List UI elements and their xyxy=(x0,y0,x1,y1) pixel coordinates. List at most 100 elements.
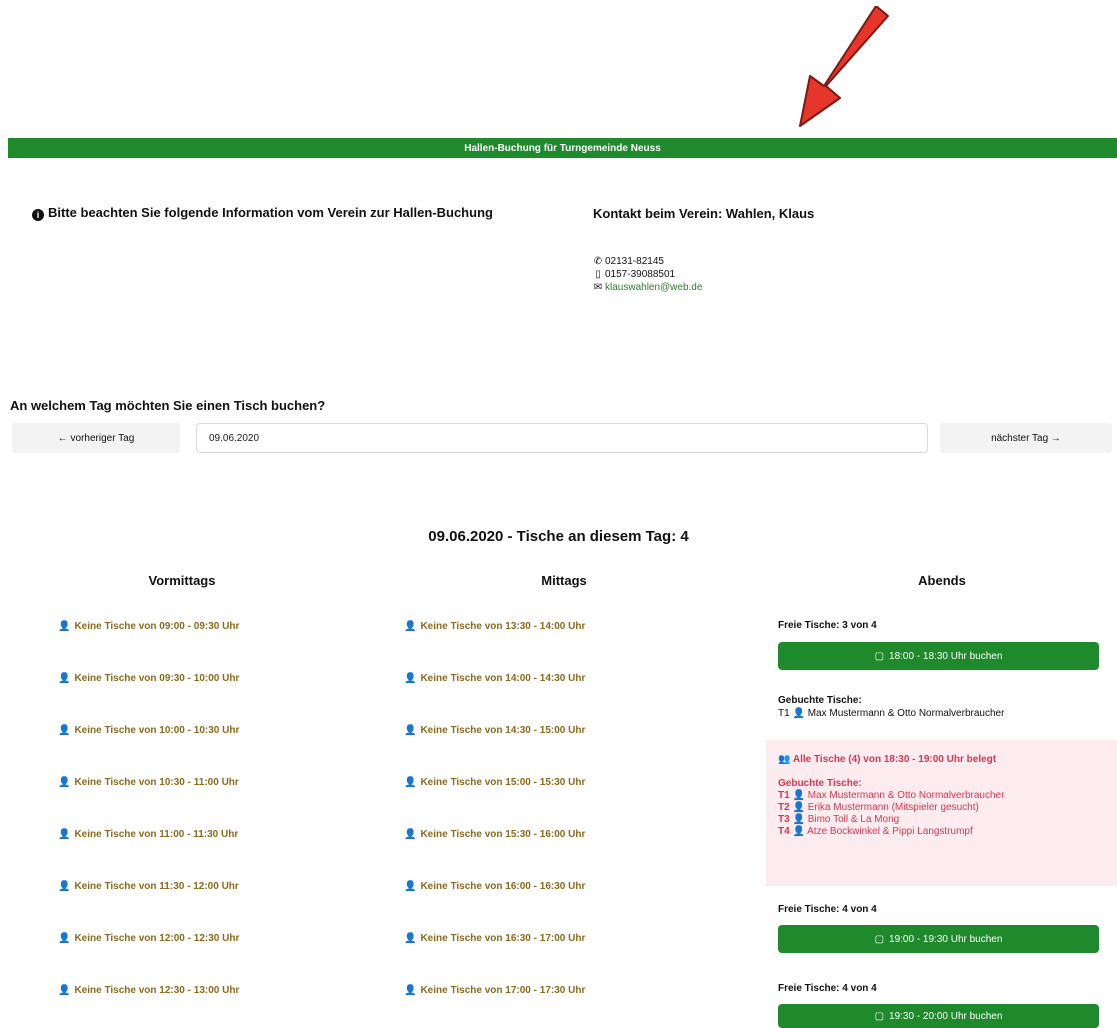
header-banner: Hallen-Buchung für Turngemeinde Neuss xyxy=(8,138,1117,158)
slot-morning: 👤 Keine Tische von 10:30 - 11:00 Uhr xyxy=(58,777,239,788)
envelope-icon: ✉ xyxy=(593,282,603,293)
slot-text: Keine Tische von 16:00 - 16:30 Uhr xyxy=(420,881,586,892)
fully-booked-text: Alle Tische (4) von 18:30 - 19:00 Uhr be… xyxy=(792,754,997,765)
user-clock-icon: 👤 xyxy=(58,829,71,840)
user-clock-icon: 👤 xyxy=(404,933,417,944)
column-heading-evening: Abends xyxy=(918,573,966,588)
booked-names: Atze Bockwinkel & Pippi Langstrumpf xyxy=(807,826,973,837)
free-tables-label: Freie Tische: 4 von 4 xyxy=(778,983,877,994)
user-check-icon: 👤 xyxy=(792,814,805,825)
slot-morning: 👤 Keine Tische von 12:00 - 12:30 Uhr xyxy=(58,933,239,944)
slot-midday: 👤 Keine Tische von 16:00 - 16:30 Uhr xyxy=(404,881,585,892)
user-check-icon: 👤 xyxy=(792,826,805,837)
user-clock-icon: 👤 xyxy=(404,829,417,840)
slot-text: Keine Tische von 13:30 - 14:00 Uhr xyxy=(420,621,586,632)
user-clock-icon: 👤 xyxy=(58,673,71,684)
contact-email-link[interactable]: klauswahlen@web.de xyxy=(605,281,702,294)
table-number: T1 xyxy=(778,790,790,801)
next-day-button[interactable]: nächster Tag → xyxy=(940,423,1112,453)
booked-table-row: T1 👤 Max Mustermann & Otto Normalverbrau… xyxy=(778,790,1117,802)
table-number: T4 xyxy=(778,826,790,837)
contact-details: ✆ 02131-82145 ▯ 0157-39088501 ✉ klauswahlen… xyxy=(593,255,703,294)
slot-midday: 👤 Keine Tische von 14:30 - 15:00 Uhr xyxy=(404,725,585,736)
table-number: T3 xyxy=(778,814,790,825)
slot-midday: 👤 Keine Tische von 13:30 - 14:00 Uhr xyxy=(404,621,585,632)
banner-title: Hallen-Buchung für Turngemeinde Neuss xyxy=(464,142,661,154)
day-heading: 09.06.2020 - Tische an diesem Tag: 4 xyxy=(428,528,689,545)
info-heading: i Bitte beachten Sie folgende Information… xyxy=(32,206,502,221)
calendar-icon: ▢ xyxy=(874,933,885,945)
slot-text: Keine Tische von 14:00 - 14:30 Uhr xyxy=(420,673,586,684)
book-slot-button[interactable]: ▢ 19:00 - 19:30 Uhr buchen xyxy=(778,925,1099,953)
calendar-icon: ▢ xyxy=(874,1010,885,1022)
slot-midday: 👤 Keine Tische von 15:00 - 15:30 Uhr xyxy=(404,777,585,788)
user-clock-icon: 👤 xyxy=(58,725,71,736)
booked-table-row: T3 👤 Bimo Toll & La Mong xyxy=(778,814,1117,826)
user-clock-icon: 👤 xyxy=(404,985,417,996)
slot-text: Keine Tische von 11:30 - 12:00 Uhr xyxy=(74,881,239,892)
contact-phone: 02131-82145 xyxy=(605,256,664,267)
book-slot-label: 19:30 - 20:00 Uhr buchen xyxy=(889,1010,1003,1022)
user-clock-icon: 👤 xyxy=(58,985,71,996)
column-heading-morning: Vormittags xyxy=(148,573,216,588)
slot-text: Keine Tische von 17:00 - 17:30 Uhr xyxy=(420,985,586,996)
user-clock-icon: 👤 xyxy=(404,777,417,788)
booked-tables-list: Gebuchte Tische: T1 👤 Max Mustermann & O… xyxy=(778,694,1004,720)
contact-heading: Kontakt beim Verein: Wahlen, Klaus xyxy=(593,206,815,221)
user-clock-icon: 👤 xyxy=(404,725,417,736)
slot-midday: 👤 Keine Tische von 16:30 - 17:00 Uhr xyxy=(404,933,585,944)
slot-morning: 👤 Keine Tische von 11:30 - 12:00 Uhr xyxy=(58,881,239,892)
user-check-icon: 👤 xyxy=(792,802,805,813)
slot-morning: 👤 Keine Tische von 12:30 - 13:00 Uhr xyxy=(58,985,239,996)
phone-icon: ✆ xyxy=(593,256,603,267)
user-clock-icon: 👤 xyxy=(58,621,71,632)
booked-table-row: T2 👤 Erika Mustermann (Mitspieler gesuch… xyxy=(778,802,1117,814)
fully-booked-message: 👥 Alle Tische (4) von 18:30 - 19:00 Uhr … xyxy=(778,754,1117,766)
contact-mobile: 0157-39088501 xyxy=(605,269,676,280)
slot-text: Keine Tische von 15:30 - 16:00 Uhr xyxy=(420,829,586,840)
red-arrow-annotation xyxy=(799,6,889,127)
booked-names: Max Mustermann & Otto Normalverbraucher xyxy=(807,708,1005,719)
slot-morning: 👤 Keine Tische von 09:30 - 10:00 Uhr xyxy=(58,673,239,684)
booked-names: Bimo Toll & La Mong xyxy=(807,814,900,825)
slot-text: Keine Tische von 10:00 - 10:30 Uhr xyxy=(74,725,240,736)
user-clock-icon: 👤 xyxy=(58,933,71,944)
booked-table-row: T4 👤 Atze Bockwinkel & Pippi Langstrumpf xyxy=(778,826,1117,838)
free-tables-label: Freie Tische: 3 von 4 xyxy=(778,620,877,631)
users-icon: 👥 xyxy=(778,754,791,765)
slot-text: Keine Tische von 09:00 - 09:30 Uhr xyxy=(74,621,240,632)
user-check-icon: 👤 xyxy=(792,708,805,719)
booked-table-row: T1 👤 Max Mustermann & Otto Normalverbrau… xyxy=(778,707,1004,720)
user-check-icon: 👤 xyxy=(792,790,805,801)
user-clock-icon: 👤 xyxy=(404,881,417,892)
slot-morning: 👤 Keine Tische von 10:00 - 10:30 Uhr xyxy=(58,725,239,736)
slot-text: Keine Tische von 09:30 - 10:00 Uhr xyxy=(74,673,240,684)
user-clock-icon: 👤 xyxy=(404,621,417,632)
info-circle-icon: i xyxy=(32,209,44,221)
book-slot-button[interactable]: ▢ 19:30 - 20:00 Uhr buchen xyxy=(778,1004,1099,1028)
slot-text: Keine Tische von 12:30 - 13:00 Uhr xyxy=(74,985,240,996)
book-slot-button[interactable]: ▢ 18:00 - 18:30 Uhr buchen xyxy=(778,642,1099,670)
column-heading-midday: Mittags xyxy=(541,573,587,588)
slot-text: Keine Tische von 14:30 - 15:00 Uhr xyxy=(420,725,586,736)
book-slot-label: 19:00 - 19:30 Uhr buchen xyxy=(889,933,1003,945)
book-slot-label: 18:00 - 18:30 Uhr buchen xyxy=(889,650,1003,662)
table-number: T2 xyxy=(778,802,790,813)
free-tables-label: Freie Tische: 4 von 4 xyxy=(778,904,877,915)
info-heading-text: Bitte beachten Sie folgende Information … xyxy=(48,205,493,220)
booked-tables-heading: Gebuchte Tische: xyxy=(778,778,862,789)
user-clock-icon: 👤 xyxy=(58,881,71,892)
mobile-icon: ▯ xyxy=(595,269,601,280)
slot-midday: 👤 Keine Tische von 17:00 - 17:30 Uhr xyxy=(404,985,585,996)
slot-text: Keine Tische von 15:00 - 15:30 Uhr xyxy=(420,777,586,788)
slot-morning: 👤 Keine Tische von 11:00 - 11:30 Uhr xyxy=(58,829,238,840)
slot-midday: 👤 Keine Tische von 15:30 - 16:00 Uhr xyxy=(404,829,585,840)
user-clock-icon: 👤 xyxy=(58,777,71,788)
slot-text: Keine Tische von 10:30 - 11:00 Uhr xyxy=(74,777,239,788)
booked-names: Max Mustermann & Otto Normalverbraucher xyxy=(807,790,1005,801)
previous-day-button[interactable]: ← vorheriger Tag xyxy=(12,423,180,453)
slot-text: Keine Tische von 11:00 - 11:30 Uhr xyxy=(74,829,239,840)
user-clock-icon: 👤 xyxy=(404,673,417,684)
calendar-icon: ▢ xyxy=(874,650,885,662)
date-input[interactable] xyxy=(196,423,928,453)
